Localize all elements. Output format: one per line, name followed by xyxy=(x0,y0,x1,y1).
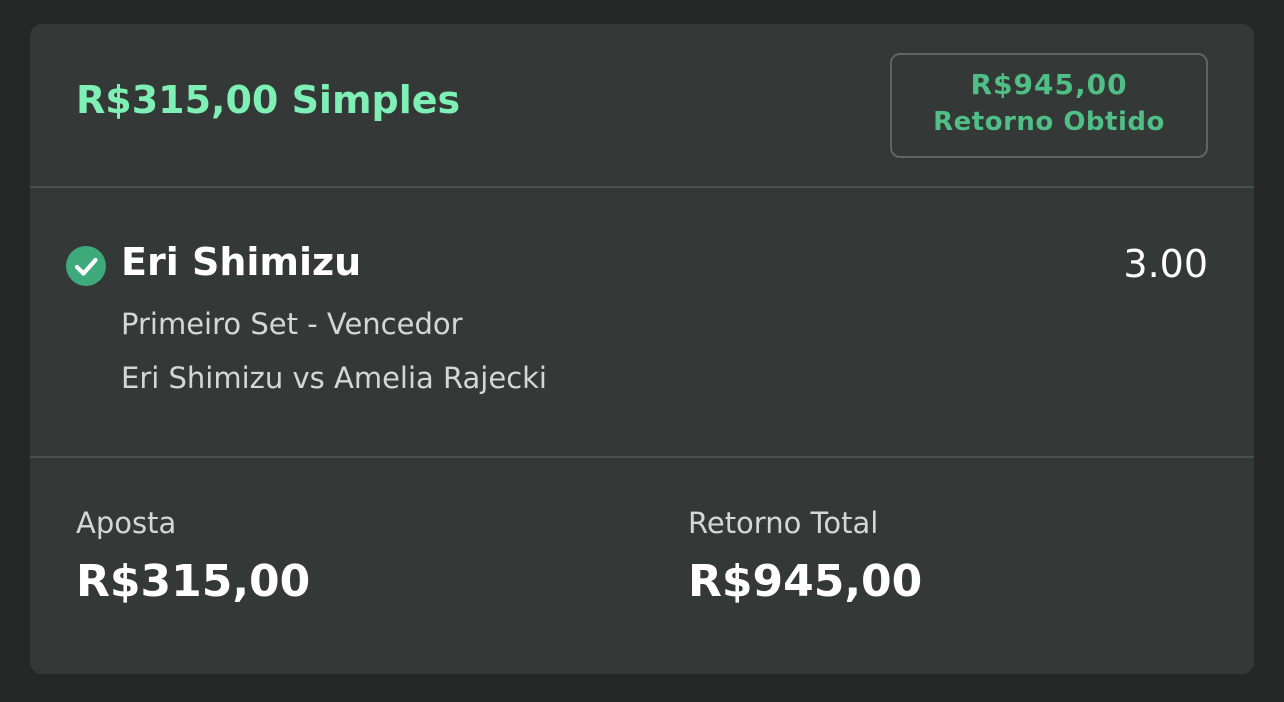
check-circle-icon xyxy=(66,246,106,286)
return-obtained-badge: R$945,00 Retorno Obtido xyxy=(890,53,1208,158)
bet-summary: Aposta R$315,00 Retorno Total R$945,00 xyxy=(30,458,1254,674)
stake-label: Aposta xyxy=(76,506,177,540)
stake-summary: Aposta R$315,00 xyxy=(76,506,310,607)
total-return-summary: Retorno Total R$945,00 xyxy=(688,506,922,607)
return-obtained-amount: R$945,00 xyxy=(970,68,1128,101)
total-return-value: R$945,00 xyxy=(688,556,923,607)
bet-card[interactable]: R$315,00 Simples R$945,00 Retorno Obtido… xyxy=(30,24,1254,674)
selection-odds: 3.00 xyxy=(1123,242,1208,286)
total-return-label: Retorno Total xyxy=(688,506,879,540)
selection-market: Primeiro Set - Vencedor xyxy=(121,307,463,341)
selection-player-name: Eri Shimizu xyxy=(121,240,362,284)
bet-selection: Eri Shimizu 3.00 Primeiro Set - Vencedor… xyxy=(30,188,1254,456)
selection-event: Eri Shimizu vs Amelia Rajecki xyxy=(121,361,547,395)
stake-value: R$315,00 xyxy=(76,556,311,607)
bet-type-title: R$315,00 Simples xyxy=(76,78,461,122)
return-obtained-label: Retorno Obtido xyxy=(933,107,1165,137)
bet-header: R$315,00 Simples R$945,00 Retorno Obtido xyxy=(30,24,1254,186)
